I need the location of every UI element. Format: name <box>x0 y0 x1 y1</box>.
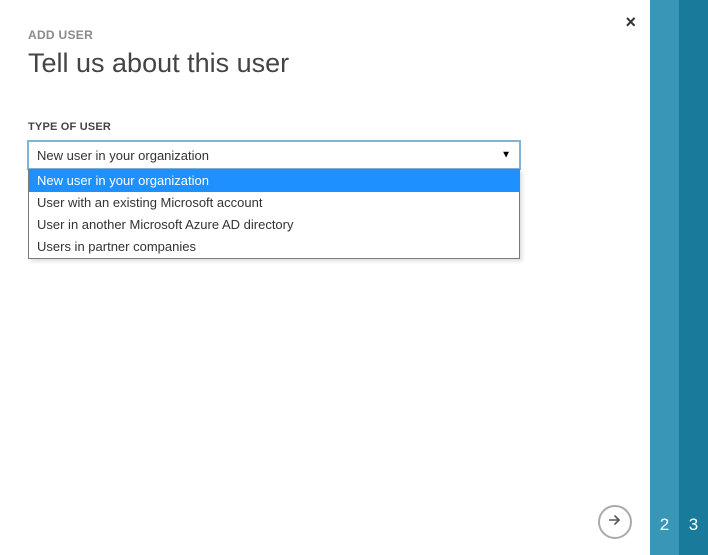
select-dropdown: New user in your organization User with … <box>28 169 520 259</box>
option-new-user-org[interactable]: New user in your organization <box>29 170 519 192</box>
wizard-page: × ADD USER Tell us about this user TYPE … <box>0 0 650 555</box>
wizard-dialog: × ADD USER Tell us about this user TYPE … <box>0 0 708 555</box>
select-box[interactable]: New user in your organization ▼ <box>28 141 520 169</box>
wizard-steps: 2 3 <box>650 0 708 555</box>
step-3[interactable]: 3 <box>679 0 708 555</box>
chevron-down-icon: ▼ <box>501 150 511 161</box>
arrow-right-icon <box>607 512 623 533</box>
option-partner-companies[interactable]: Users in partner companies <box>29 236 519 258</box>
option-azure-ad-directory[interactable]: User in another Microsoft Azure AD direc… <box>29 214 519 236</box>
step-2[interactable]: 2 <box>650 0 679 555</box>
page-title: Tell us about this user <box>28 48 622 79</box>
type-of-user-label: TYPE OF USER <box>28 121 622 133</box>
breadcrumb: ADD USER <box>28 28 622 42</box>
next-button[interactable] <box>598 505 632 539</box>
option-existing-ms-account[interactable]: User with an existing Microsoft account <box>29 192 519 214</box>
type-of-user-select[interactable]: New user in your organization ▼ New user… <box>28 141 520 169</box>
close-icon[interactable]: × <box>625 12 636 33</box>
select-value: New user in your organization <box>37 148 209 163</box>
